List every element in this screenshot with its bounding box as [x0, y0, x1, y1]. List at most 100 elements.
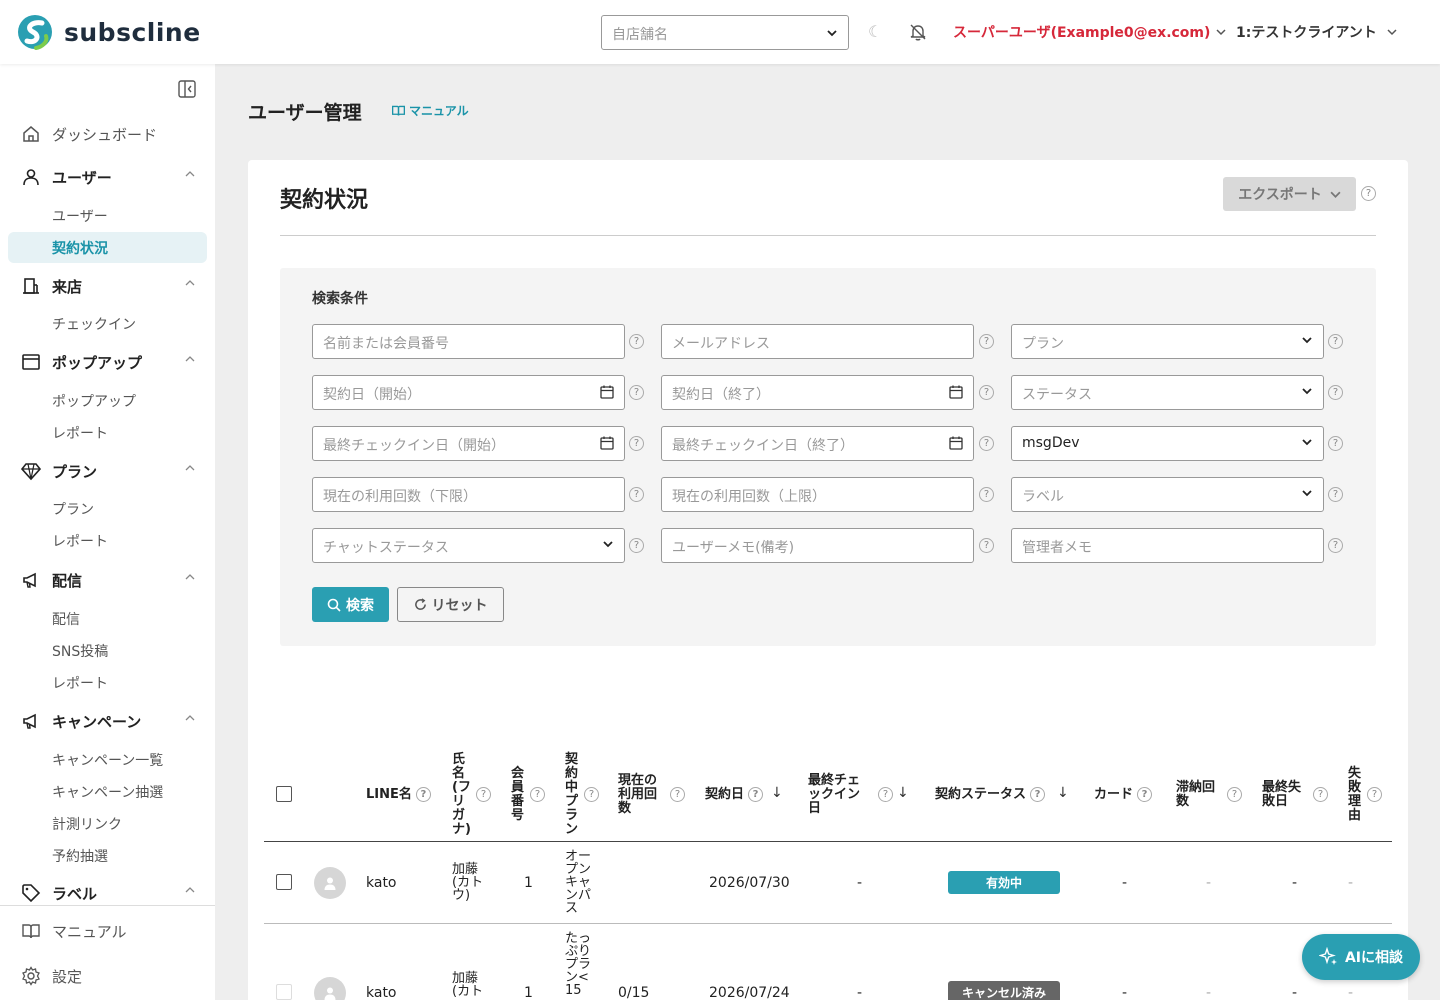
- row-checkbox[interactable]: [276, 874, 292, 890]
- help-icon[interactable]: ?: [530, 787, 545, 802]
- sidebar-item-delivery[interactable]: 配信: [52, 609, 80, 629]
- sort-arrow-icon[interactable]: ↓: [771, 785, 783, 801]
- help-icon[interactable]: ?: [1313, 787, 1328, 802]
- chevron-up-icon: [185, 171, 195, 177]
- sidebar-item-sns[interactable]: SNS投稿: [52, 641, 108, 661]
- admin-memo-input[interactable]: 管理者メモ: [1011, 528, 1324, 563]
- email-input[interactable]: メールアドレス: [661, 324, 974, 359]
- sidebar-item-popup-report[interactable]: レポート: [52, 423, 108, 443]
- help-icon[interactable]: ?: [476, 787, 491, 802]
- export-button[interactable]: エクスポート: [1223, 177, 1356, 211]
- sidebar-item-plan-report[interactable]: レポート: [52, 531, 108, 551]
- column-header-card[interactable]: カード ?: [1094, 787, 1153, 802]
- column-header-last-fail[interactable]: 最終失敗日: [1262, 781, 1308, 809]
- help-icon[interactable]: ?: [629, 334, 644, 349]
- help-icon[interactable]: ?: [1227, 787, 1242, 802]
- sidebar-section-campaign[interactable]: キャンペーン: [20, 710, 195, 732]
- column-header-arrears[interactable]: 滞納回数: [1176, 781, 1220, 809]
- manual-link[interactable]: マニュアル: [392, 102, 469, 119]
- column-header-line-name[interactable]: LINE名 ?: [366, 787, 431, 802]
- column-header-last-checkin[interactable]: 最終チェックイン日: [808, 774, 870, 816]
- client-menu[interactable]: 1:テストクライアント: [1236, 22, 1397, 42]
- help-icon[interactable]: ?: [629, 538, 644, 553]
- help-icon[interactable]: ?: [1328, 487, 1343, 502]
- brand-logo[interactable]: subscline: [16, 14, 201, 50]
- sidebar-section-label[interactable]: ラベル: [20, 882, 195, 904]
- sidebar-section-delivery[interactable]: 配信: [20, 569, 195, 591]
- sidebar-item-campaign-list[interactable]: キャンペーン一覧: [52, 750, 163, 770]
- msgdev-select[interactable]: msgDev: [1011, 426, 1324, 461]
- help-icon[interactable]: ?: [670, 787, 685, 802]
- status-select[interactable]: ステータス: [1011, 375, 1324, 410]
- label-select[interactable]: ラベル: [1011, 477, 1324, 512]
- sidebar-item-manual[interactable]: マニュアル: [20, 920, 127, 942]
- sidebar-item-contracts[interactable]: 契約状況: [52, 238, 108, 258]
- search-icon: [327, 598, 341, 612]
- sidebar-item-settings[interactable]: 設定: [20, 965, 82, 987]
- user-memo-input[interactable]: ユーザーメモ(備考): [661, 528, 974, 563]
- column-header-name-kana[interactable]: 氏名(フリガナ): [452, 753, 471, 837]
- help-icon[interactable]: ?: [979, 334, 994, 349]
- sidebar-item-plan[interactable]: プラン: [52, 499, 94, 519]
- help-icon[interactable]: ?: [1328, 334, 1343, 349]
- help-icon[interactable]: ?: [1361, 186, 1376, 201]
- help-icon[interactable]: ?: [1030, 787, 1046, 802]
- reset-button[interactable]: リセット: [397, 587, 504, 622]
- help-icon[interactable]: ?: [979, 436, 994, 451]
- last-checkin-start-input[interactable]: 最終チェックイン日（開始）: [312, 426, 625, 461]
- help-icon[interactable]: ?: [415, 787, 431, 802]
- sidebar-section-plan[interactable]: プラン: [20, 460, 195, 482]
- store-select[interactable]: 自店舗名: [601, 15, 849, 50]
- help-icon[interactable]: ?: [1137, 787, 1153, 802]
- column-header-contract-date[interactable]: 契約日 ?: [705, 787, 764, 802]
- help-icon[interactable]: ?: [979, 385, 994, 400]
- sidebar-item-dashboard[interactable]: ダッシュボード: [20, 123, 157, 145]
- name-or-member-input[interactable]: 名前または会員番号: [312, 324, 625, 359]
- column-header-usage[interactable]: 現在の利用回数: [618, 774, 664, 816]
- help-icon[interactable]: ?: [979, 487, 994, 502]
- sidebar-item-delivery-report[interactable]: レポート: [52, 673, 108, 693]
- help-icon[interactable]: ?: [1328, 436, 1343, 451]
- help-icon[interactable]: ?: [629, 487, 644, 502]
- help-icon[interactable]: ?: [629, 436, 644, 451]
- help-icon[interactable]: ?: [878, 787, 893, 802]
- search-button[interactable]: 検索: [312, 587, 389, 622]
- help-icon[interactable]: ?: [1328, 538, 1343, 553]
- sidebar-collapse-icon[interactable]: [178, 80, 196, 98]
- help-icon[interactable]: ?: [748, 787, 764, 802]
- sort-arrow-icon[interactable]: ↓: [1057, 785, 1069, 801]
- help-icon[interactable]: ?: [1367, 787, 1382, 802]
- column-header-member-no[interactable]: 会員番号: [511, 767, 525, 823]
- bell-off-icon[interactable]: [908, 22, 928, 42]
- last-checkin-end-input[interactable]: 最終チェックイン日（終了）: [661, 426, 974, 461]
- sidebar-item-checkin[interactable]: チェックイン: [52, 314, 136, 334]
- help-icon[interactable]: ?: [629, 385, 644, 400]
- sidebar-section-popup[interactable]: ポップアップ: [20, 351, 195, 373]
- sidebar-item-popup[interactable]: ポップアップ: [52, 391, 136, 411]
- sidebar-item-tracking-link[interactable]: 計測リンク: [52, 814, 122, 834]
- sidebar-section-user[interactable]: ユーザー: [20, 166, 195, 188]
- contract-date-end-input[interactable]: 契約日（終了）: [661, 375, 974, 410]
- sidebar-item-users[interactable]: ユーザー: [52, 206, 108, 226]
- help-icon[interactable]: ?: [979, 538, 994, 553]
- usage-min-input[interactable]: 現在の利用回数（下限）: [312, 477, 625, 512]
- contract-date-start-input[interactable]: 契約日（開始）: [312, 375, 625, 410]
- row-checkbox[interactable]: [276, 984, 292, 1000]
- column-header-plan[interactable]: 契約中プラン: [565, 753, 579, 837]
- ai-consult-button[interactable]: AIに相談: [1302, 934, 1420, 980]
- user-menu[interactable]: スーパーユーザ(Example0@ex.com): [953, 22, 1226, 42]
- chat-status-select[interactable]: チャットステータス: [312, 528, 625, 563]
- sort-arrow-icon[interactable]: ↓: [897, 785, 909, 801]
- cell-plan: たっぷりプラン<15: [565, 931, 592, 998]
- column-header-status[interactable]: 契約ステータス ?: [935, 787, 1046, 802]
- select-all-checkbox[interactable]: [276, 786, 292, 802]
- sidebar-item-campaign-lottery[interactable]: キャンペーン抽選: [52, 782, 163, 802]
- usage-max-input[interactable]: 現在の利用回数（上限）: [661, 477, 974, 512]
- plan-select[interactable]: プラン: [1011, 324, 1324, 359]
- help-icon[interactable]: ?: [584, 787, 599, 802]
- sidebar-item-reservation-lottery[interactable]: 予約抽選: [52, 846, 108, 866]
- moon-icon[interactable]: ☾: [868, 22, 882, 41]
- sidebar-section-visit[interactable]: 来店: [20, 275, 195, 297]
- column-header-fail-reason[interactable]: 失敗理由: [1348, 767, 1362, 823]
- help-icon[interactable]: ?: [1328, 385, 1343, 400]
